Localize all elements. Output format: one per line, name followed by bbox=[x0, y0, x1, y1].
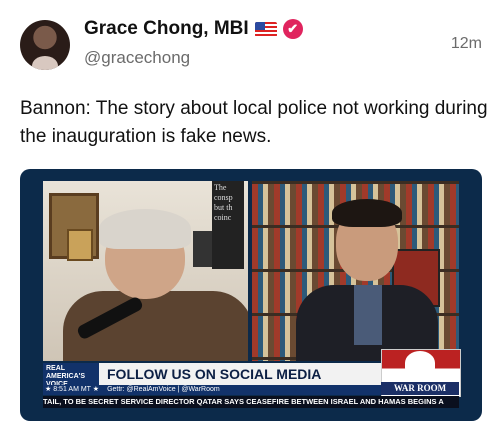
verified-badge-icon: ✔ bbox=[282, 19, 303, 39]
us-flag-icon bbox=[254, 21, 277, 37]
warroom-label: WAR ROOM bbox=[381, 382, 459, 395]
avatar[interactable] bbox=[20, 20, 70, 70]
broadcast-time: ★ 8:51 AM MT ★ bbox=[45, 386, 100, 393]
guest-shirt bbox=[354, 285, 382, 345]
lower-third-headline: FOLLOW US ON SOCIAL MEDIA bbox=[99, 363, 381, 385]
framed-photo bbox=[67, 229, 93, 261]
video-panel-left: The consp but th coinc bbox=[43, 181, 248, 361]
social-handles: Gettr: @RealAmVoice | @WarRoom bbox=[107, 386, 220, 393]
timestamp[interactable]: 12m bbox=[451, 35, 482, 53]
wall-sign: The consp but th coinc bbox=[212, 181, 244, 269]
tweet-text: Bannon: The story about local police not… bbox=[20, 98, 488, 147]
host-hair bbox=[99, 209, 191, 249]
eagle-icon bbox=[405, 351, 435, 375]
author-name[interactable]: Grace Chong, MBI bbox=[84, 18, 249, 40]
video-media[interactable]: The consp but th coinc REAL AMERICA'S VO… bbox=[20, 169, 482, 421]
guest-hair bbox=[332, 199, 402, 227]
video-panel-right bbox=[252, 181, 459, 361]
author-handle[interactable]: @gracechong bbox=[84, 48, 190, 68]
author-name-row[interactable]: Grace Chong, MBI ✔ bbox=[84, 18, 303, 40]
news-ticker: TAIL, TO BE SECRET SERVICE DIRECTOR QATA… bbox=[43, 396, 459, 408]
lower-third-subline: ★ 8:51 AM MT ★ Gettr: @RealAmVoice | @Wa… bbox=[43, 385, 381, 395]
